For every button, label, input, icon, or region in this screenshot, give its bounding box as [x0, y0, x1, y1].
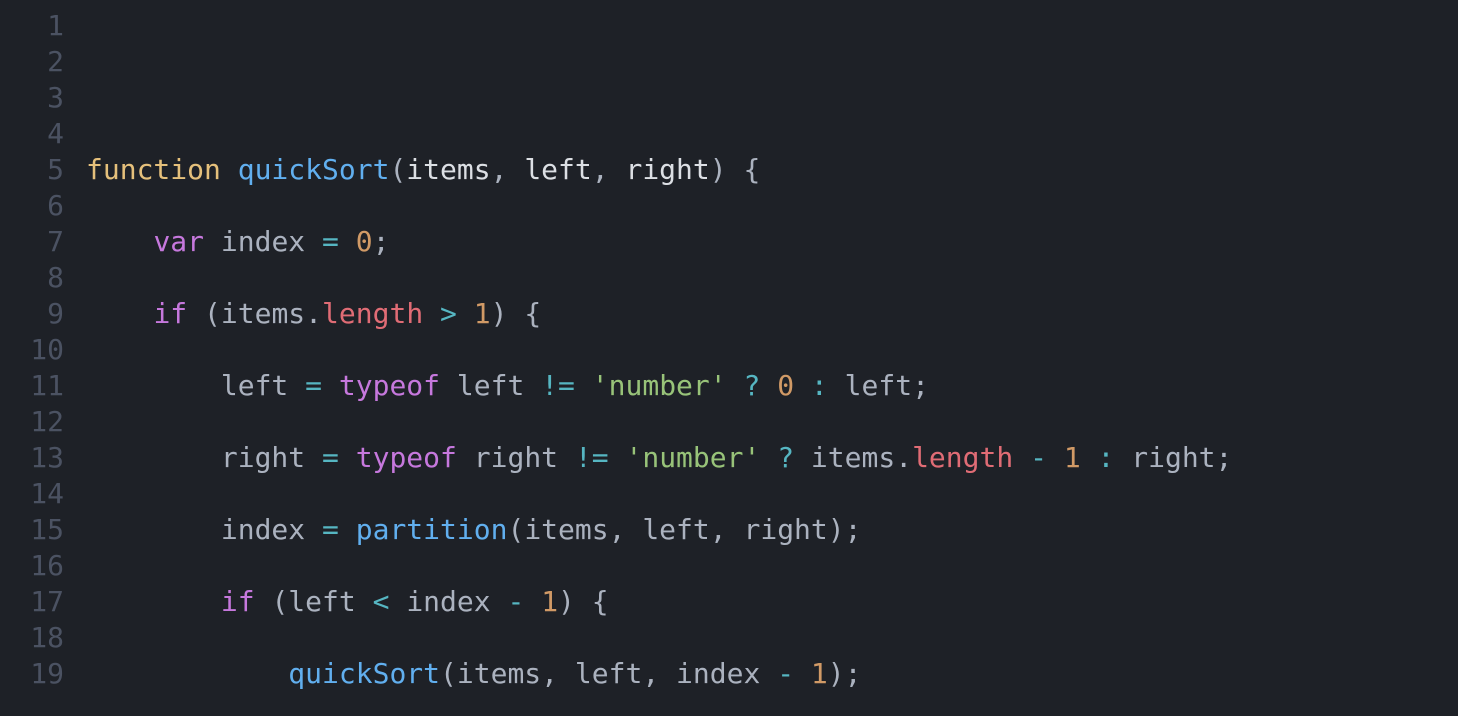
code-line[interactable] — [86, 80, 1458, 116]
line-number: 3 — [0, 80, 64, 116]
line-number: 5 — [0, 152, 64, 188]
code-line[interactable]: quickSort(items, left, index - 1); — [86, 656, 1458, 692]
line-number: 13 — [0, 440, 64, 476]
code-content[interactable]: function quickSort(items, left, right) {… — [82, 8, 1458, 716]
line-number: 4 — [0, 116, 64, 152]
line-number: 14 — [0, 476, 64, 512]
line-number-gutter: 1 2 3 4 5 6 7 8 9 10 11 12 13 14 15 16 1… — [0, 8, 82, 716]
line-number: 16 — [0, 548, 64, 584]
code-line[interactable]: function quickSort(items, left, right) { — [86, 152, 1458, 188]
line-number: 2 — [0, 44, 64, 80]
code-editor[interactable]: 1 2 3 4 5 6 7 8 9 10 11 12 13 14 15 16 1… — [0, 0, 1458, 716]
line-number: 19 — [0, 656, 64, 692]
code-line[interactable]: if (left < index - 1) { — [86, 584, 1458, 620]
code-line[interactable]: right = typeof right != 'number' ? items… — [86, 440, 1458, 476]
code-line[interactable]: var index = 0; — [86, 224, 1458, 260]
line-number: 12 — [0, 404, 64, 440]
line-number: 1 — [0, 8, 64, 44]
line-number: 8 — [0, 260, 64, 296]
line-number: 6 — [0, 188, 64, 224]
line-number: 10 — [0, 332, 64, 368]
code-line[interactable]: left = typeof left != 'number' ? 0 : lef… — [86, 368, 1458, 404]
line-number: 17 — [0, 584, 64, 620]
code-line[interactable]: if (items.length > 1) { — [86, 296, 1458, 332]
code-line[interactable]: index = partition(items, left, right); — [86, 512, 1458, 548]
line-number: 15 — [0, 512, 64, 548]
line-number: 11 — [0, 368, 64, 404]
line-number: 9 — [0, 296, 64, 332]
line-number: 7 — [0, 224, 64, 260]
line-number: 18 — [0, 620, 64, 656]
